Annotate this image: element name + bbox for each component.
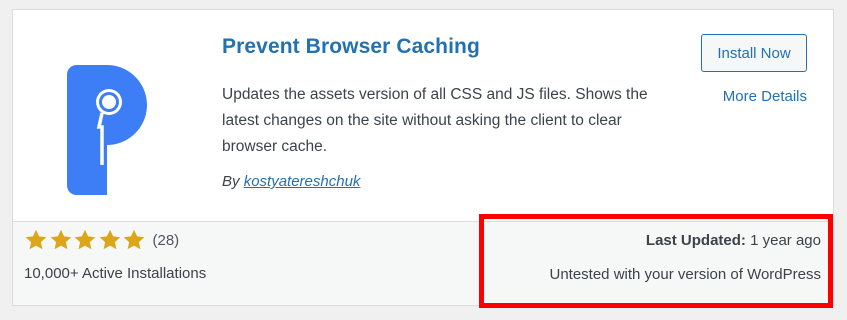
- install-now-button[interactable]: Install Now: [701, 34, 807, 72]
- star-filled-icon: [25, 229, 47, 250]
- star-filled-icon: [123, 229, 145, 250]
- star-filled-icon: [50, 229, 71, 250]
- author-link[interactable]: kostyatereshchuk: [244, 173, 361, 190]
- author-prefix: By: [222, 173, 240, 190]
- plugin-logo-icon[interactable]: [67, 65, 147, 195]
- star-filled-icon: [99, 229, 120, 250]
- star-rating: (28): [24, 228, 179, 252]
- more-details-link[interactable]: More Details: [723, 88, 807, 105]
- plugin-title-link[interactable]: Prevent Browser Caching: [222, 35, 480, 59]
- active-installations: 10,000+ Active Installations: [24, 265, 207, 282]
- red-highlight-box: [479, 214, 833, 308]
- star-filled-icon: [74, 229, 96, 250]
- plugin-author: By kostyatereshchuk: [222, 173, 360, 190]
- rating-count: (28): [152, 231, 180, 249]
- plugin-description: Updates the assets version of all CSS an…: [222, 86, 648, 155]
